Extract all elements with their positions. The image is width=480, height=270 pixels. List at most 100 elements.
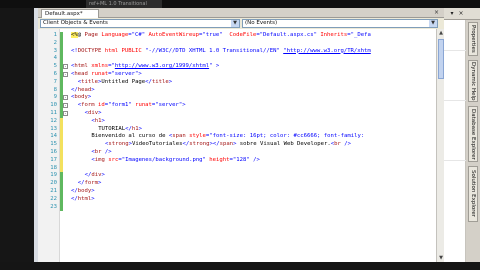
code-line[interactable]: 6- <head runat="server"> bbox=[38, 70, 436, 79]
document-tab-strip: Default.aspx* × bbox=[38, 8, 444, 18]
close-icon[interactable]: × bbox=[457, 10, 465, 18]
line-number: 7 bbox=[53, 78, 57, 85]
code-line[interactable]: 10- <form id="form1" runat="server"> bbox=[38, 102, 436, 110]
line-number: 16 bbox=[50, 148, 57, 155]
code-token: body bbox=[77, 187, 92, 194]
pin-icon[interactable]: ▾ bbox=[448, 10, 456, 18]
code-text: <br /> bbox=[91, 149, 111, 157]
code-token: > bbox=[138, 70, 142, 77]
code-line[interactable]: 18 bbox=[38, 164, 436, 173]
code-line[interactable]: 22 </html> bbox=[38, 195, 436, 204]
events-dropdown[interactable]: (No Events) ▼ bbox=[242, 19, 438, 28]
close-icon[interactable]: × bbox=[434, 8, 439, 17]
collapse-icon[interactable]: - bbox=[63, 71, 68, 77]
code-token: http://www.w3.org/1999/xhtml bbox=[114, 63, 210, 70]
code-lines[interactable]: 1 <%@ Page Language="C#" AutoEventWireup=… bbox=[38, 32, 436, 212]
code-line[interactable]: 20 </form> bbox=[38, 180, 436, 188]
code-token: html bbox=[74, 63, 92, 70]
code-line[interactable]: 5- <html xmlns="http://www.w3.org/1999/xh… bbox=[38, 63, 436, 71]
code-line[interactable]: 1 <%@ Page Language="C#" AutoEventWireup=… bbox=[38, 32, 436, 40]
tab-label: Default.aspx* bbox=[45, 11, 83, 17]
code-token: xmlns bbox=[91, 63, 109, 70]
code-text: <img src="Imagenes/background.png" heigh… bbox=[91, 157, 259, 165]
change-marker bbox=[60, 39, 63, 48]
line-number: 19 bbox=[50, 172, 57, 179]
line-number: 9 bbox=[53, 94, 57, 101]
code-token: =" bbox=[108, 63, 115, 70]
code-editor[interactable]: 1 <%@ Page Language="C#" AutoEventWireup=… bbox=[38, 29, 436, 262]
tab-solution-explorer[interactable]: Solution Explorer bbox=[468, 166, 478, 222]
right-tool-panel: ▾ × Properties Dynamic Help Database Exp… bbox=[444, 8, 480, 262]
line-number: 8 bbox=[53, 86, 57, 93]
line-number: 12 bbox=[50, 117, 57, 124]
line-number: 20 bbox=[50, 180, 57, 187]
code-line[interactable]: 4 bbox=[38, 55, 436, 64]
code-token: > bbox=[91, 86, 95, 93]
code-text: <html xmlns="http://www.w3.org/1999/xhtm… bbox=[71, 63, 219, 71]
code-text: TUTORIAL</h1> bbox=[98, 126, 142, 134]
code-line[interactable]: 7 <title>Untitled Page</title> bbox=[38, 78, 436, 87]
client-objects-dropdown[interactable]: Client Objects & Events ▼ bbox=[40, 19, 240, 28]
navigation-bar: Client Objects & Events ▼ (No Events) ▼ bbox=[38, 18, 444, 29]
code-line[interactable]: 2 bbox=[38, 39, 436, 48]
change-marker bbox=[60, 148, 63, 157]
code-token: runat bbox=[135, 102, 152, 109]
code-line[interactable]: 17 <img src="Imagenes/background.png" hei… bbox=[38, 156, 436, 165]
outer-background-left bbox=[0, 8, 34, 270]
change-marker bbox=[60, 203, 63, 212]
code-token: head bbox=[77, 86, 92, 93]
tab-dynamic-help[interactable]: Dynamic Help bbox=[468, 60, 478, 102]
code-token: ="server" bbox=[151, 102, 183, 109]
line-number: 5 bbox=[53, 63, 57, 70]
code-token: html bbox=[77, 195, 92, 202]
change-marker bbox=[60, 133, 63, 142]
code-line[interactable]: 19 </div> bbox=[38, 172, 436, 181]
code-token: /> bbox=[344, 141, 351, 148]
code-token: ="C#" bbox=[128, 32, 149, 38]
code-token: Inherits bbox=[320, 32, 348, 38]
code-token: <! bbox=[71, 47, 78, 54]
chevron-down-icon[interactable]: ▼ bbox=[429, 20, 437, 27]
line-number: 3 bbox=[53, 47, 57, 54]
code-token: > bbox=[138, 125, 143, 132]
code-token: img bbox=[94, 156, 109, 163]
right-panel-content bbox=[444, 20, 466, 262]
change-marker bbox=[60, 78, 63, 87]
code-line[interactable]: 16 <br /> bbox=[38, 148, 436, 157]
change-marker bbox=[60, 172, 63, 181]
code-token: title bbox=[81, 78, 99, 85]
code-line[interactable]: 21 </body> bbox=[38, 187, 436, 196]
line-number: 10 bbox=[50, 102, 57, 109]
code-token: ="128" bbox=[229, 156, 254, 163]
divider bbox=[444, 160, 466, 161]
code-token: CodeFile bbox=[229, 32, 257, 38]
code-line[interactable]: 14 Bienvenido al curso de <span style="fo… bbox=[38, 133, 436, 142]
code-token: body bbox=[74, 94, 88, 101]
code-text: <body> bbox=[71, 94, 91, 102]
code-line[interactable]: 12 <h1> bbox=[38, 117, 436, 126]
code-token: strong bbox=[189, 141, 210, 148]
code-line[interactable]: 13 TUTORIAL</h1> bbox=[38, 125, 436, 134]
line-number: 13 bbox=[50, 125, 57, 132]
chevron-down-icon[interactable]: ▼ bbox=[231, 20, 239, 27]
collapse-icon[interactable]: - bbox=[63, 103, 68, 109]
tab-database-explorer[interactable]: Database Explorer bbox=[468, 106, 478, 162]
code-line[interactable]: 9- <body> bbox=[38, 94, 436, 103]
collapse-icon[interactable]: - bbox=[63, 64, 68, 70]
code-token: br bbox=[94, 148, 105, 155]
code-token: ="form1" bbox=[104, 102, 136, 109]
code-line[interactable]: 11- <div> bbox=[38, 109, 436, 118]
code-line[interactable]: 23 bbox=[38, 203, 436, 212]
code-token: html PUBLIC bbox=[104, 47, 146, 54]
code-line[interactable]: 15 <strong>VideoTutoriales</strong></span… bbox=[38, 141, 436, 149]
collapse-icon[interactable]: - bbox=[63, 110, 68, 116]
code-text: <h1> bbox=[91, 118, 105, 126]
code-line[interactable]: 3 <!DOCTYPE html PUBLIC "-//W3C//DTD XHTM… bbox=[38, 47, 436, 56]
tab-default-aspx[interactable]: Default.aspx* bbox=[41, 9, 99, 18]
code-line[interactable]: 8 </head> bbox=[38, 86, 436, 95]
vertical-scrollbar[interactable]: ▲ ▼ bbox=[436, 29, 444, 262]
tab-properties[interactable]: Properties bbox=[468, 22, 478, 56]
code-token: </ bbox=[71, 195, 78, 202]
code-token: height bbox=[209, 156, 230, 163]
collapse-icon[interactable]: - bbox=[63, 95, 68, 101]
